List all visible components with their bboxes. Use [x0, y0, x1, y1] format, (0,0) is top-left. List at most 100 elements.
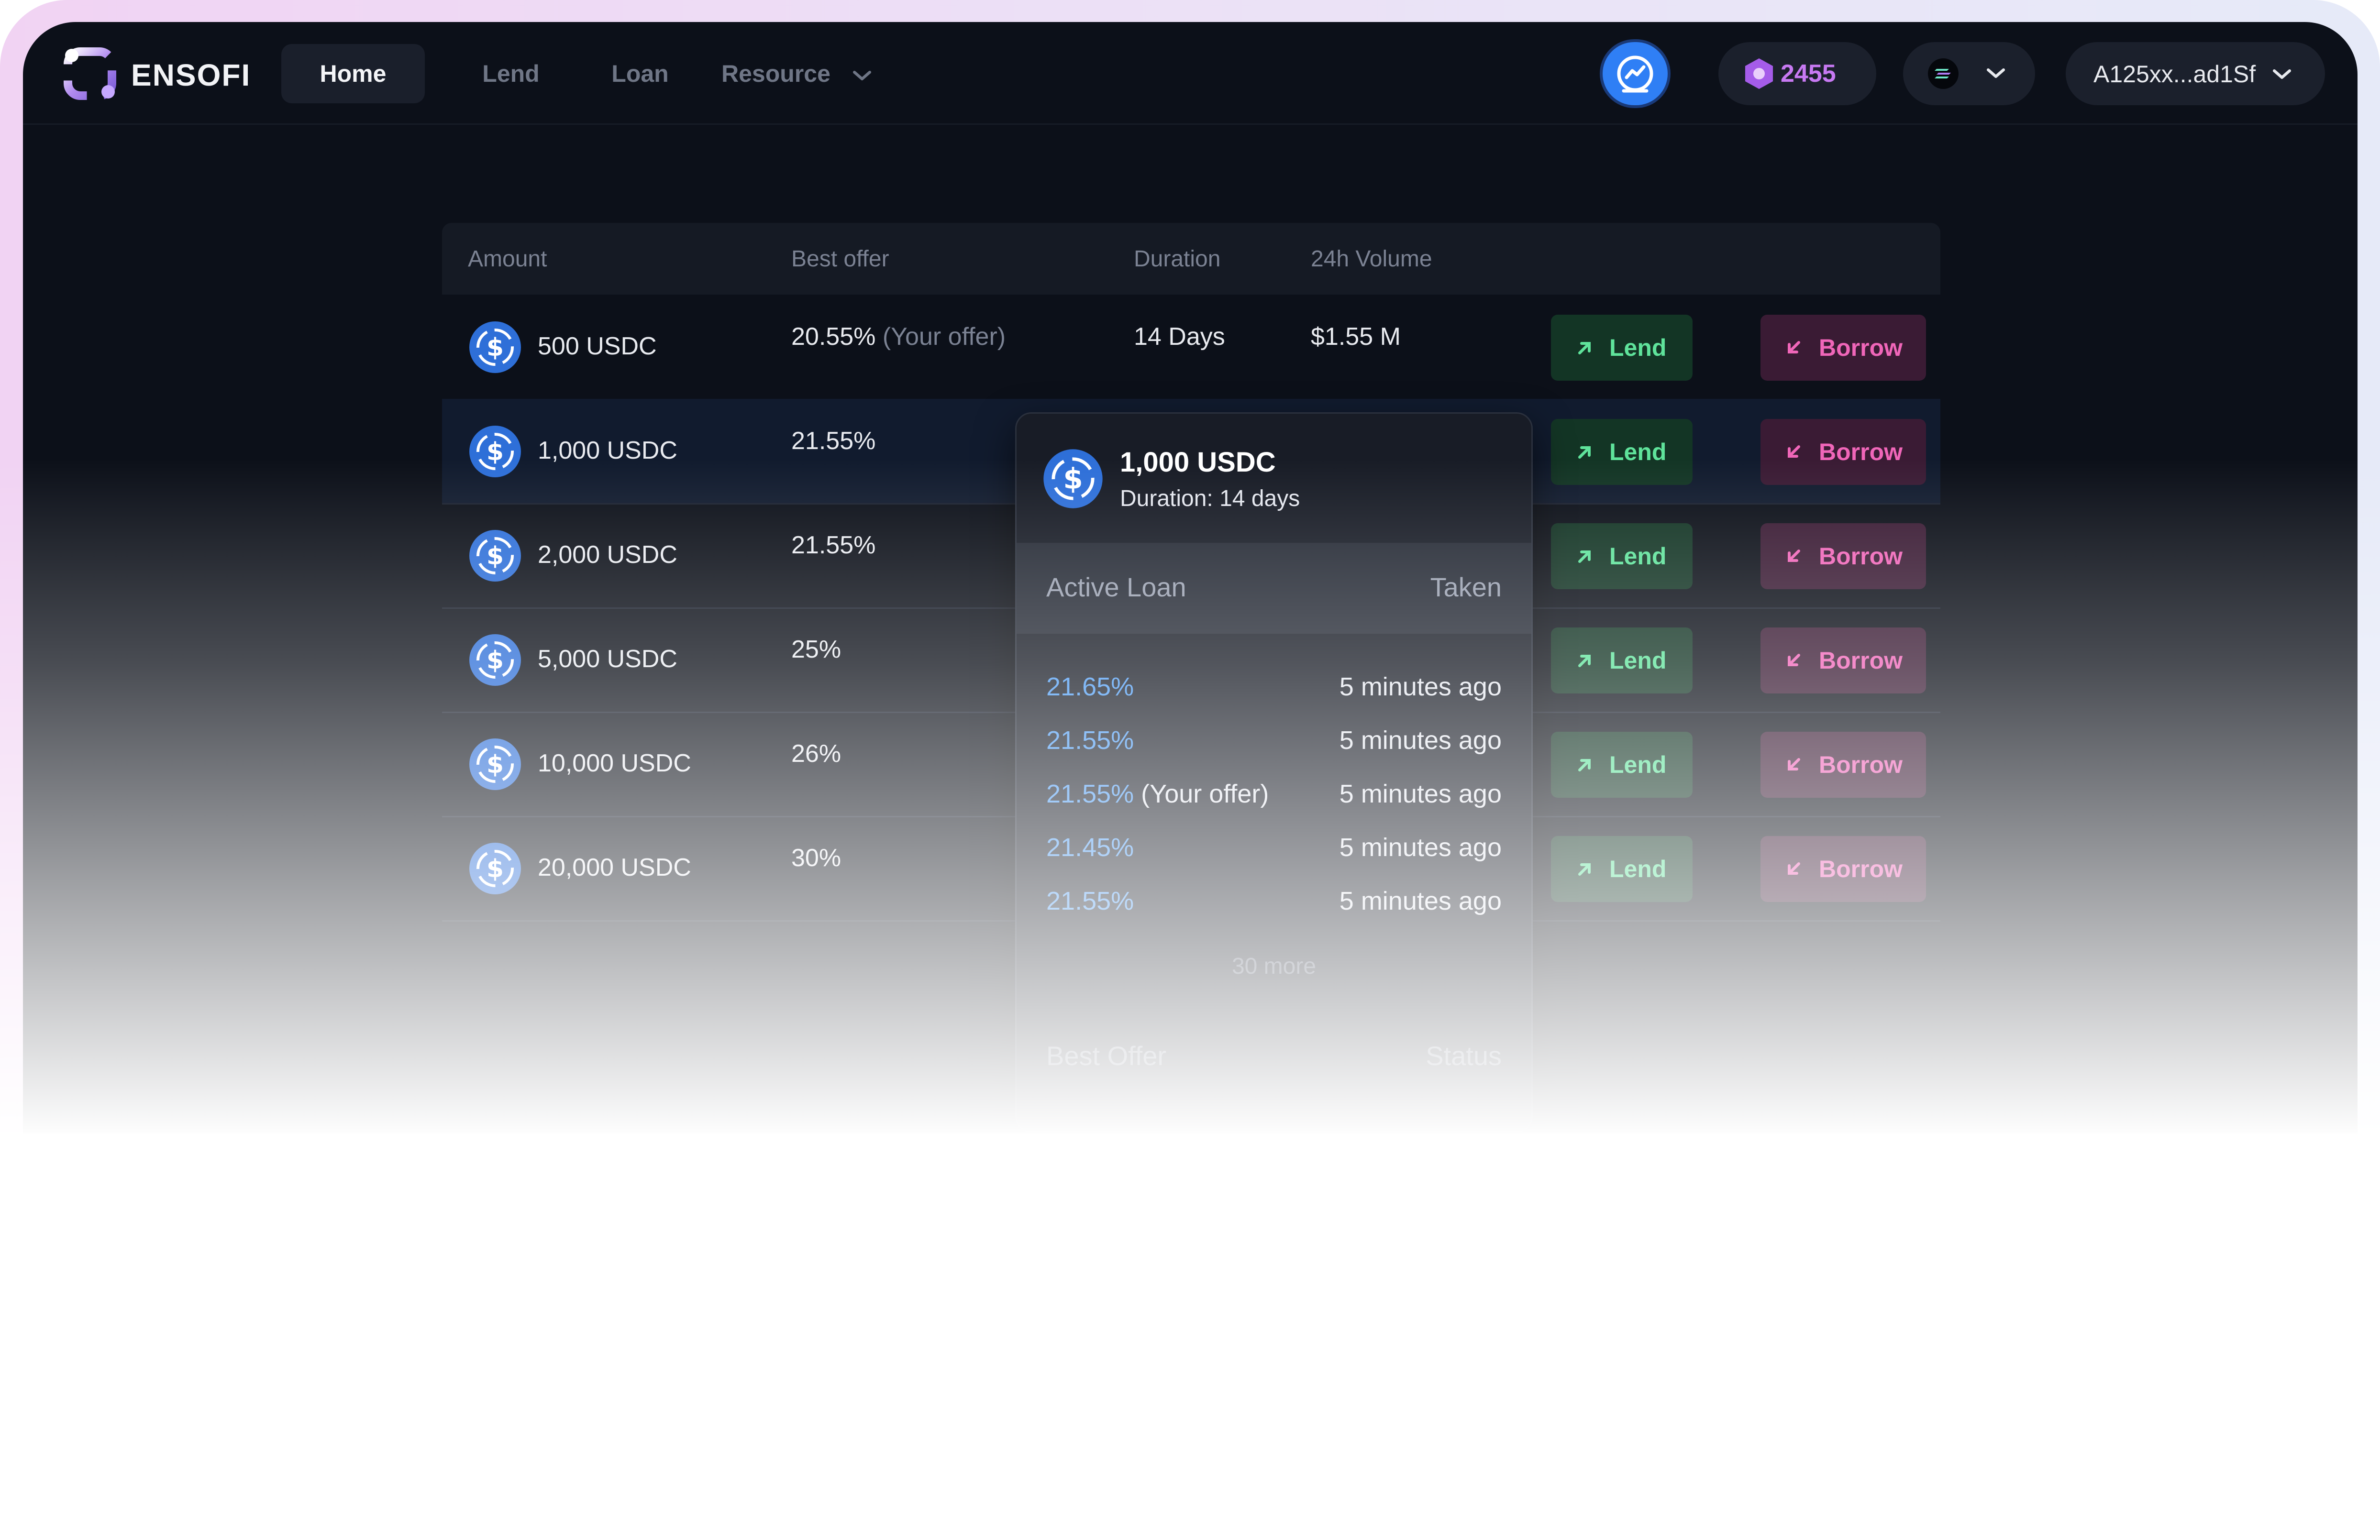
row-best-offer: 25% — [791, 636, 841, 663]
show-more-link[interactable]: 30 more — [1017, 953, 1531, 979]
row-amount: 500 USDC — [538, 332, 657, 360]
app-screen: ENSOFI Home Lend Loan Resource 2455 A125… — [23, 22, 2358, 1133]
brand-name: ENSOFI — [131, 58, 251, 92]
lend-button[interactable]: Lend — [1551, 732, 1693, 798]
loan-rate-with-note: 21.55% (Your offer) — [1046, 779, 1269, 809]
nav-loan[interactable]: Loan — [583, 44, 697, 103]
row-amount: 5,000 USDC — [538, 645, 677, 673]
loan-time: 5 minutes ago — [1339, 833, 1502, 862]
usdc-icon: $ — [1043, 449, 1103, 508]
arrow-up-right-icon — [1578, 550, 1591, 563]
lend-button[interactable]: Lend — [1551, 419, 1693, 485]
loan-time: 5 minutes ago — [1339, 887, 1502, 915]
row-best-offer: 26% — [791, 740, 841, 768]
row-duration: 14 Days — [1134, 323, 1225, 351]
your-offer-note: (Your offer) — [1141, 780, 1269, 808]
header-duration: Duration — [1134, 246, 1221, 272]
lend-button[interactable]: Lend — [1551, 315, 1693, 381]
loan-time: 5 minutes ago — [1339, 780, 1502, 808]
svg-text:$: $ — [1063, 463, 1083, 496]
arrow-up-right-icon — [1578, 655, 1591, 667]
header-volume: 24h Volume — [1311, 246, 1432, 272]
analytics-button[interactable] — [1603, 42, 1668, 105]
points-count: 2455 — [1781, 60, 1836, 88]
arrow-down-left-icon — [1788, 341, 1800, 353]
usdc-icon: $ — [469, 530, 521, 582]
borrow-button[interactable]: Borrow — [1760, 315, 1926, 381]
svg-text:$: $ — [487, 646, 504, 675]
popover-column-header: Active Loan Taken — [1017, 543, 1531, 634]
borrow-button[interactable]: Borrow — [1760, 419, 1926, 485]
nav-lend[interactable]: Lend — [454, 44, 568, 103]
lend-label: Lend — [1609, 856, 1667, 882]
loan-rate: 21.65% — [1046, 672, 1134, 701]
nav-home[interactable]: Home — [281, 44, 425, 103]
offer-rate: 20.55% — [791, 323, 876, 351]
row-volume: $1.55 M — [1311, 323, 1401, 351]
svg-text:$: $ — [487, 438, 504, 466]
borrow-label: Borrow — [1819, 856, 1903, 882]
svg-text:$: $ — [487, 855, 504, 883]
lend-label: Lend — [1609, 647, 1667, 674]
borrow-button[interactable]: Borrow — [1760, 627, 1926, 693]
arrow-down-left-icon — [1788, 654, 1800, 666]
loan-rate: 21.55% — [1046, 887, 1134, 915]
borrow-label: Borrow — [1819, 543, 1903, 570]
col-active-loan: Active Loan — [1046, 572, 1186, 602]
col-taken: Taken — [1430, 572, 1502, 602]
top-navbar: ENSOFI Home Lend Loan Resource 2455 A125… — [23, 22, 2358, 125]
svg-text:$: $ — [487, 750, 504, 779]
chevron-down-icon — [1987, 68, 2005, 78]
borrow-button[interactable]: Borrow — [1760, 732, 1926, 798]
row-best-offer: 21.55% — [791, 427, 876, 455]
nav-resource-label: Resource — [721, 60, 830, 87]
table-header: Amount Best offer Duration 24h Volume — [442, 223, 1940, 295]
header-best-offer: Best offer — [791, 246, 889, 272]
list-item: 21.55% 5 minutes ago — [1017, 886, 1531, 940]
chevron-down-icon — [2273, 69, 2291, 79]
points-button[interactable]: 2455 — [1718, 42, 1876, 105]
your-offer-note: (Your offer) — [882, 323, 1006, 351]
svg-text:$: $ — [487, 542, 504, 571]
loan-time: 5 minutes ago — [1339, 726, 1502, 755]
nav-resource[interactable]: Resource — [721, 44, 894, 103]
usdc-icon: $ — [469, 634, 521, 686]
list-item: 21.45% 5 minutes ago — [1017, 833, 1531, 886]
row-best-offer: 20.55% (Your offer) — [791, 322, 1006, 351]
chevron-down-icon — [852, 70, 871, 80]
account-address: A125xx...ad1Sf — [2093, 61, 2256, 88]
lend-label: Lend — [1609, 334, 1667, 361]
arrow-down-left-icon — [1788, 550, 1800, 562]
account-button[interactable]: A125xx...ad1Sf — [2066, 42, 2325, 105]
table-row[interactable]: $ 500 USDC 20.55% (Your offer) 14 Days $… — [442, 295, 1940, 400]
loan-rate: 21.45% — [1046, 833, 1134, 862]
usdc-icon: $ — [469, 321, 521, 373]
ensofi-logo-icon[interactable] — [61, 45, 119, 102]
lend-button[interactable]: Lend — [1551, 523, 1693, 589]
lend-button[interactable]: Lend — [1551, 836, 1693, 902]
arrow-down-left-icon — [1788, 758, 1800, 770]
loan-detail-popover: $ 1,000 USDC Duration: 14 days Active Lo… — [1015, 412, 1533, 1133]
row-amount: 2,000 USDC — [538, 541, 677, 569]
borrow-button[interactable]: Borrow — [1760, 836, 1926, 902]
arrow-down-left-icon — [1788, 445, 1800, 458]
col-best-offer: Best Offer — [1046, 1041, 1167, 1071]
points-hex-icon — [1745, 58, 1773, 89]
svg-text:$: $ — [487, 333, 504, 362]
solana-icon — [1928, 58, 1959, 89]
arrow-up-right-icon — [1578, 863, 1591, 876]
chart-icon — [1617, 55, 1653, 93]
popover-duration: Duration: 14 days — [1120, 486, 1300, 511]
network-selector[interactable] — [1903, 42, 2035, 105]
borrow-label: Borrow — [1819, 647, 1903, 674]
list-item: 21.55% 5 minutes ago — [1017, 726, 1531, 779]
loan-rate: 21.55% — [1046, 726, 1134, 755]
lend-button[interactable]: Lend — [1551, 627, 1693, 693]
arrow-down-left-icon — [1788, 862, 1800, 875]
arrow-up-right-icon — [1578, 342, 1591, 354]
row-amount: 20,000 USDC — [538, 854, 691, 881]
borrow-button[interactable]: Borrow — [1760, 523, 1926, 589]
arrow-up-right-icon — [1578, 446, 1591, 459]
usdc-icon: $ — [469, 843, 521, 894]
usdc-icon: $ — [469, 426, 521, 477]
